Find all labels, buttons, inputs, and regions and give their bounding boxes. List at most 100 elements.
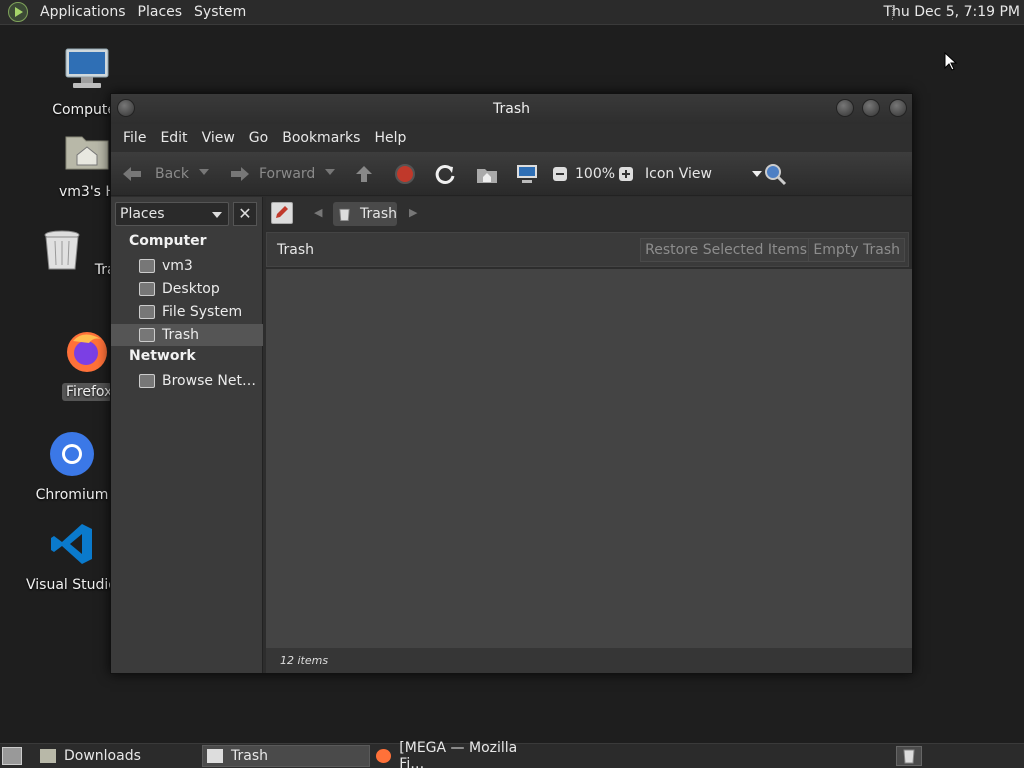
search-button[interactable] <box>763 162 787 186</box>
sidebar: Places ✕ Computer vm3 Desktop File Syste… <box>111 197 263 673</box>
menu-view[interactable]: View <box>195 130 242 146</box>
home-folder-icon <box>65 136 109 170</box>
window-title: Trash <box>493 101 530 117</box>
back-button[interactable]: Back <box>121 164 189 184</box>
sidebar-item-label: File System <box>162 304 243 320</box>
clock[interactable]: Thu Dec 5, 7:19 PM <box>883 4 1020 20</box>
desktop-icon-vscode[interactable]: Visual Studio Code <box>22 520 122 598</box>
trash-icon <box>207 749 223 763</box>
firefox-icon <box>376 749 392 763</box>
path-right-arrow-icon[interactable]: ▶ <box>409 206 417 219</box>
task-firefox-mega[interactable]: [MEGA — Mozilla Fi… <box>372 740 540 768</box>
task-label: Trash <box>231 748 268 764</box>
sidebar-item-desktop[interactable]: Desktop <box>111 278 263 300</box>
menu-bookmarks[interactable]: Bookmarks <box>275 130 367 146</box>
forward-history-dropdown[interactable] <box>325 169 335 175</box>
chromium-icon <box>50 432 94 476</box>
search-icon <box>765 163 787 185</box>
zoom-out-button[interactable] <box>552 166 568 182</box>
chevron-down-icon <box>751 170 762 177</box>
zoom-level[interactable]: 100% <box>575 166 615 182</box>
trash-applet[interactable] <box>896 746 922 766</box>
zoom-in-button[interactable] <box>618 166 634 182</box>
sidebar-heading-network: Network <box>129 348 196 364</box>
sidebar-heading-computer: Computer <box>129 233 207 249</box>
item-count: 12 items <box>280 654 329 667</box>
task-downloads[interactable]: Downloads <box>36 745 198 767</box>
forward-label: Forward <box>259 165 316 182</box>
task-label: Downloads <box>64 748 141 764</box>
trash-icon <box>139 328 155 342</box>
home-button[interactable] <box>475 163 499 185</box>
stop-button[interactable] <box>394 163 416 185</box>
back-label: Back <box>155 165 189 182</box>
menu-help[interactable]: Help <box>367 130 413 146</box>
applications-menu[interactable]: Applications <box>34 4 132 20</box>
menu-file[interactable]: File <box>116 130 153 146</box>
breadcrumb-trash[interactable]: Trash <box>333 202 397 226</box>
back-history-dropdown[interactable] <box>199 169 209 175</box>
distro-logo-icon[interactable] <box>8 2 28 22</box>
computer-icon <box>65 48 109 88</box>
up-button[interactable] <box>353 163 375 185</box>
mouse-cursor-icon <box>944 52 958 71</box>
show-desktop-button[interactable] <box>2 747 22 765</box>
window-titlebar[interactable]: Trash <box>111 94 912 124</box>
task-label: [MEGA — Mozilla Fi… <box>399 740 518 768</box>
system-menu[interactable]: System <box>188 4 252 20</box>
minimize-button[interactable] <box>836 99 854 117</box>
restore-selected-button[interactable]: Restore Selected Items <box>640 238 812 262</box>
firefox-icon <box>67 332 107 372</box>
empty-trash-button[interactable]: Empty Trash <box>808 238 905 262</box>
home-icon <box>477 168 497 183</box>
desktop-icon-label: Visual Studio Code <box>26 577 122 593</box>
back-arrow-icon <box>123 166 141 181</box>
sidebar-selector-value: Places <box>120 206 165 222</box>
top-panel: Applications Places System Thu Dec 5, 7:… <box>0 0 1024 25</box>
up-arrow-icon <box>356 165 372 182</box>
trash-icon <box>339 208 350 222</box>
status-bar: 12 items <box>266 648 912 673</box>
path-left-arrow-icon[interactable]: ◀ <box>314 206 322 219</box>
places-menu[interactable]: Places <box>132 4 189 20</box>
sidebar-item-trash[interactable]: Trash <box>111 324 263 346</box>
sidebar-item-label: Desktop <box>162 281 220 297</box>
toolbar: Back Forward 100% Icon View <box>111 152 912 196</box>
maximize-button[interactable] <box>862 99 880 117</box>
sidebar-close-button[interactable]: ✕ <box>233 202 257 226</box>
menu-bar: File Edit View Go Bookmarks Help <box>111 124 912 152</box>
file-view[interactable] <box>266 269 912 648</box>
desktop-folder-icon <box>139 282 155 296</box>
location-edit-button[interactable] <box>271 202 293 224</box>
sidebar-selector[interactable]: Places <box>115 202 229 226</box>
window-menu-button[interactable] <box>117 99 135 117</box>
sidebar-item-label: Browse Net… <box>162 373 257 389</box>
desktop-icon-chromium[interactable]: Chromium <box>22 430 122 508</box>
chevron-down-icon <box>212 212 222 218</box>
menu-edit[interactable]: Edit <box>153 130 194 146</box>
breadcrumb-label: Trash <box>360 206 397 222</box>
menu-go[interactable]: Go <box>242 130 275 146</box>
pencil-icon <box>276 206 288 218</box>
info-bar-title: Trash <box>277 241 314 258</box>
view-mode-select[interactable]: Icon View <box>645 166 762 182</box>
computer-button[interactable] <box>515 163 539 185</box>
trash-icon <box>44 230 80 270</box>
desktop-icon-label: Chromium <box>35 487 109 503</box>
home-folder-icon <box>139 259 155 273</box>
folder-icon <box>40 749 56 763</box>
close-button[interactable] <box>889 99 907 117</box>
sidebar-item-file-system[interactable]: File System <box>111 301 263 323</box>
task-trash[interactable]: Trash <box>202 745 370 767</box>
forward-button[interactable]: Forward <box>225 164 315 184</box>
path-bar: ◀ Trash ▶ <box>266 197 912 230</box>
reload-button[interactable] <box>434 163 456 185</box>
zoom-out-icon <box>553 166 567 181</box>
sidebar-item-label: Trash <box>162 327 199 343</box>
file-manager-window: Trash File Edit View Go Bookmarks Help B… <box>110 93 913 674</box>
stop-icon <box>395 163 415 184</box>
sidebar-item-browse-network[interactable]: Browse Net… <box>111 370 263 392</box>
desktop-icon-label: Firefox <box>62 383 112 401</box>
sidebar-item-vm3[interactable]: vm3 <box>111 255 263 277</box>
trash-info-bar: Trash Restore Selected Items Empty Trash <box>266 232 909 267</box>
